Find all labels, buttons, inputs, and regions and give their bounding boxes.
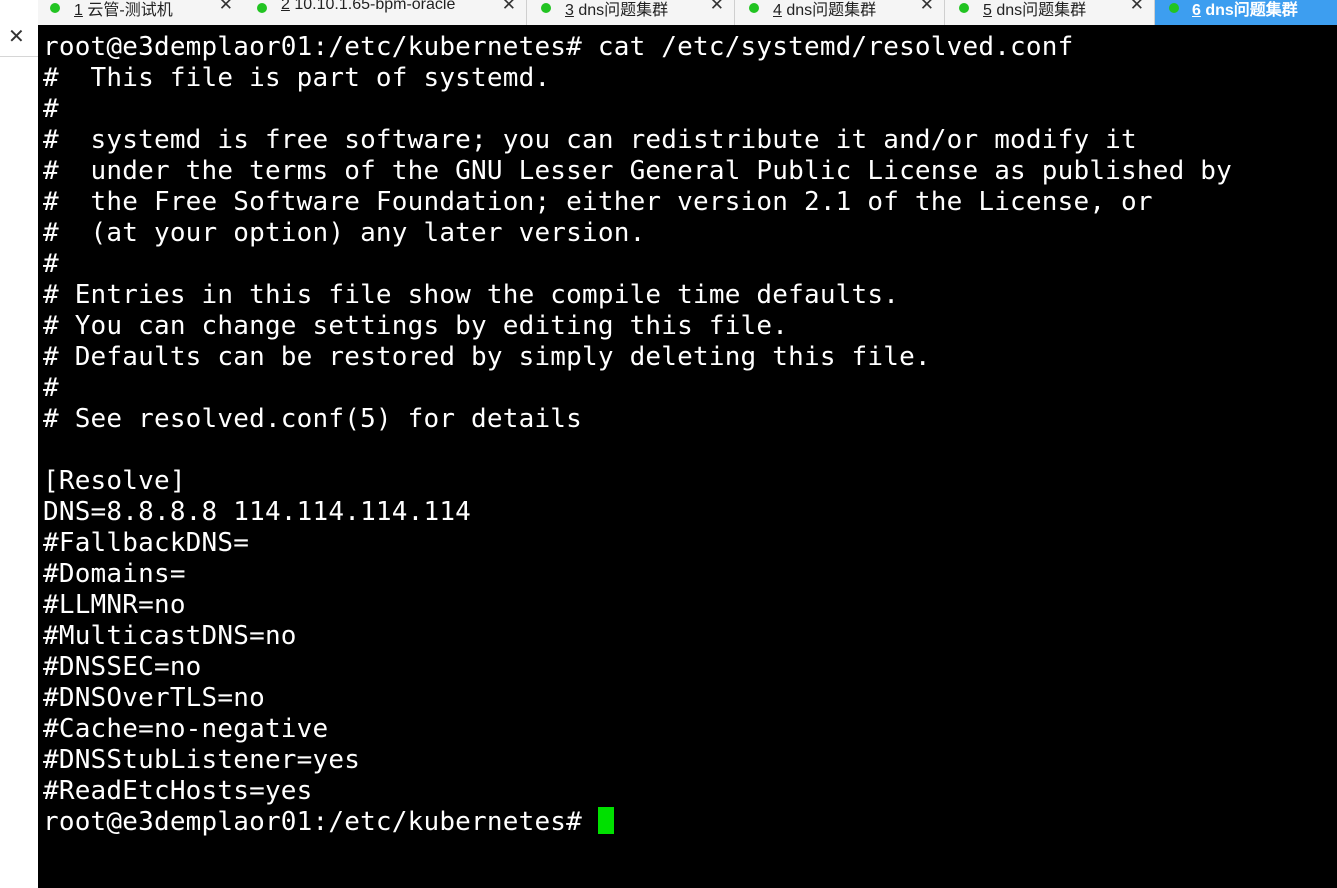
terminal-line: # Entries in this file show the compile … bbox=[43, 280, 900, 310]
terminal-line: root@e3demplaor01:/etc/kubernetes# cat /… bbox=[43, 32, 1074, 62]
terminal-line: #Domains= bbox=[43, 559, 186, 589]
terminal-line: #DNSSEC=no bbox=[43, 652, 202, 682]
terminal-line: # See resolved.conf(5) for details bbox=[43, 404, 583, 434]
terminal-lines: root@e3demplaor01:/etc/kubernetes# cat /… bbox=[43, 32, 1232, 838]
session-tab-label: 3 dns问题集群 bbox=[565, 2, 669, 19]
session-tab-3[interactable]: 3 dns问题集群 ✕ bbox=[527, 0, 735, 25]
terminal-prompt-line: root@e3demplaor01:/etc/kubernetes# bbox=[43, 807, 1232, 838]
terminal-line: DNS=8.8.8.8 114.114.114.114 bbox=[43, 497, 472, 527]
connected-status-icon bbox=[50, 3, 60, 13]
connected-status-icon bbox=[749, 3, 759, 13]
session-tab-5[interactable]: 5 dns问题集群 ✕ bbox=[945, 0, 1155, 25]
connected-status-icon bbox=[257, 3, 267, 13]
terminal-line: #DNSOverTLS=no bbox=[43, 683, 265, 713]
left-panel-strip: ˄ ✕ bbox=[0, 0, 38, 888]
shell-prompt: root@e3demplaor01:/etc/kubernetes# bbox=[43, 807, 598, 837]
session-tab-2[interactable]: 2 10.10.1.65-bpm-oracle ✕ bbox=[243, 0, 527, 25]
close-tab-icon[interactable]: ✕ bbox=[920, 0, 934, 15]
terminal-line: # bbox=[43, 373, 59, 403]
connected-status-icon bbox=[959, 3, 969, 13]
close-icon[interactable]: ✕ bbox=[8, 24, 25, 48]
session-tab-1[interactable]: 1 云管-测试机 ✕ bbox=[38, 0, 244, 25]
connected-status-icon bbox=[541, 3, 551, 13]
terminal-line: [Resolve] bbox=[43, 466, 186, 496]
session-tab-6-active[interactable]: 6 dns问题集群 bbox=[1155, 0, 1337, 25]
terminal-line: # the Free Software Foundation; either v… bbox=[43, 187, 1153, 217]
connected-status-icon bbox=[1169, 3, 1179, 13]
close-tab-icon[interactable]: ✕ bbox=[219, 0, 233, 15]
terminal-line: # bbox=[43, 94, 59, 124]
terminal-line: #ReadEtcHosts=yes bbox=[43, 776, 313, 806]
divider bbox=[0, 56, 38, 57]
chevron-up-icon[interactable]: ˄ bbox=[0, 0, 6, 13]
terminal-line: #FallbackDNS= bbox=[43, 528, 250, 558]
session-tab-label: 2 10.10.1.65-bpm-oracle bbox=[281, 0, 456, 13]
terminal-line: #LLMNR=no bbox=[43, 590, 186, 620]
session-tab-label: 6 dns问题集群 bbox=[1192, 2, 1298, 19]
terminal-line: # bbox=[43, 249, 59, 279]
terminal-line: # Defaults can be restored by simply del… bbox=[43, 342, 931, 372]
close-tab-icon[interactable]: ✕ bbox=[710, 0, 724, 15]
terminal-line: #DNSStubListener=yes bbox=[43, 745, 361, 775]
terminal-output[interactable]: root@e3demplaor01:/etc/kubernetes# cat /… bbox=[38, 25, 1337, 888]
terminal-line: # You can change settings by editing thi… bbox=[43, 311, 789, 341]
terminal-line: # under the terms of the GNU Lesser Gene… bbox=[43, 156, 1232, 186]
terminal-line: #MulticastDNS=no bbox=[43, 621, 297, 651]
close-tab-icon[interactable]: ✕ bbox=[502, 0, 516, 15]
terminal-line: # (at your option) any later version. bbox=[43, 218, 646, 248]
session-tab-4[interactable]: 4 dns问题集群 ✕ bbox=[735, 0, 945, 25]
terminal-cursor bbox=[597, 807, 614, 834]
session-tab-label: 1 云管-测试机 bbox=[74, 2, 173, 19]
session-tab-label: 4 dns问题集群 bbox=[773, 2, 877, 19]
terminal-line: #Cache=no-negative bbox=[43, 714, 329, 744]
terminal-line: # systemd is free software; you can redi… bbox=[43, 125, 1137, 155]
session-tab-bar: 1 云管-测试机 ✕ 2 10.10.1.65-bpm-oracle ✕ 3 d… bbox=[38, 0, 1337, 25]
close-tab-icon[interactable]: ✕ bbox=[1130, 0, 1144, 15]
terminal-line: # This file is part of systemd. bbox=[43, 63, 551, 93]
session-tab-label: 5 dns问题集群 bbox=[983, 2, 1087, 19]
